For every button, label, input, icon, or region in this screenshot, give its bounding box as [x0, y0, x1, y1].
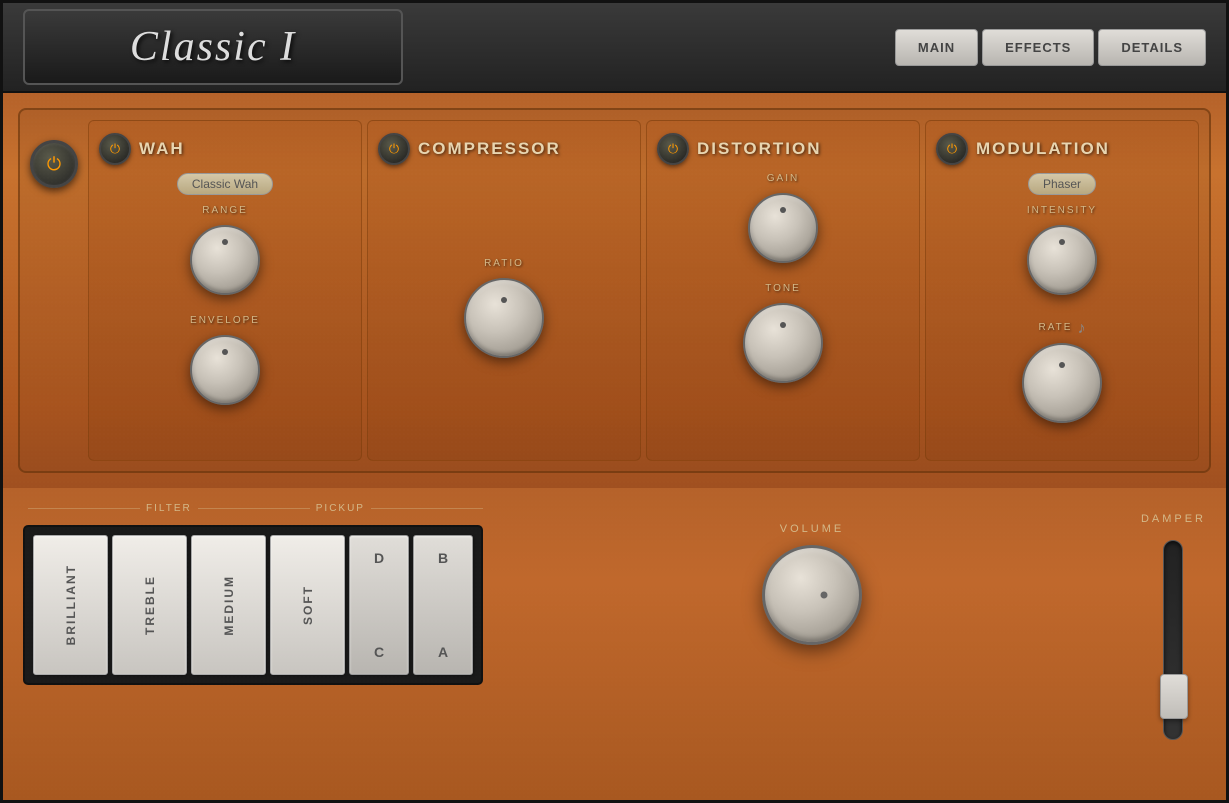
rate-row: RATE ♪ — [1039, 320, 1086, 338]
compressor-section: ⏻ COMPRESSOR RATIO — [367, 120, 641, 461]
effects-button[interactable]: EFFECTS — [982, 29, 1094, 66]
distortion-title: DISTORTION — [697, 139, 822, 159]
modulation-intensity-label: INTENSITY — [1027, 205, 1097, 216]
pickup-a-label: A — [438, 644, 448, 660]
wah-section: ⏻ WAH Classic Wah RANGE ENVELOPE — [88, 120, 362, 461]
modulation-header: ⏻ MODULATION — [936, 133, 1188, 165]
distortion-tone-knob[interactable] — [743, 303, 823, 383]
wah-power-button[interactable]: ⏻ — [99, 133, 131, 165]
compressor-power-icon: ⏻ — [389, 141, 399, 157]
pickup-btn-ba[interactable]: B A — [413, 535, 473, 675]
distortion-section: ⏻ DISTORTION GAIN TONE — [646, 120, 920, 461]
header: Classic I MAIN EFFECTS DETAILS — [3, 3, 1226, 93]
pickup-c-label: C — [374, 644, 384, 660]
compressor-power-button[interactable]: ⏻ — [378, 133, 410, 165]
app-title: Classic I — [130, 24, 296, 70]
modulation-title: MODULATION — [976, 139, 1110, 159]
pickup-btn-dc[interactable]: D C — [349, 535, 409, 675]
wah-envelope-group: ENVELOPE — [99, 315, 351, 410]
pickup-label: PICKUP — [310, 503, 371, 514]
bottom-panel: FILTER PICKUP BRILLIANT TREBLE MEDIUM SO… — [3, 488, 1226, 800]
modulation-rate-group: RATE ♪ — [936, 320, 1188, 428]
main-power-icon: ⏻ — [47, 154, 61, 175]
modulation-rate-knob[interactable] — [1022, 343, 1102, 423]
distortion-gain-knob[interactable] — [748, 193, 818, 263]
compressor-header: ⏻ COMPRESSOR — [378, 133, 630, 165]
wah-title: WAH — [139, 139, 185, 159]
pickup-b-label: B — [438, 550, 448, 566]
pickup-btn-dc-inner: D C — [374, 550, 384, 660]
compressor-ratio-label: RATIO — [484, 258, 524, 269]
wah-preset[interactable]: Classic Wah — [177, 173, 273, 195]
volume-knob[interactable] — [762, 545, 862, 645]
filter-btn-medium[interactable]: MEDIUM — [191, 535, 266, 675]
title-box: Classic I — [23, 9, 403, 85]
wah-envelope-knob[interactable] — [190, 335, 260, 405]
filter-btn-brilliant[interactable]: BRILLIANT — [33, 535, 108, 675]
damper-label: DAMPER — [1141, 513, 1206, 525]
distortion-power-icon: ⏻ — [668, 141, 678, 157]
app-container: Classic I MAIN EFFECTS DETAILS ⏻ ⏻ — [0, 0, 1229, 803]
wah-header: ⏻ WAH — [99, 133, 351, 165]
compressor-knobs-layout: RATIO — [378, 173, 630, 448]
damper-slider-thumb[interactable] — [1160, 674, 1188, 719]
modulation-power-icon: ⏻ — [947, 141, 957, 157]
modulation-power-button[interactable]: ⏻ — [936, 133, 968, 165]
distortion-tone-group: TONE — [657, 283, 909, 388]
compressor-ratio-knob[interactable] — [464, 278, 544, 358]
compressor-title: COMPRESSOR — [418, 139, 561, 159]
modulation-section: ⏻ MODULATION Phaser INTENSITY RATE ♪ — [925, 120, 1199, 461]
wah-range-knob[interactable] — [190, 225, 260, 295]
filter-btn-brilliant-label: BRILLIANT — [64, 564, 78, 645]
nav-buttons: MAIN EFFECTS DETAILS — [895, 29, 1206, 66]
filter-btn-medium-label: MEDIUM — [222, 575, 236, 636]
pickup-btn-ba-inner: B A — [438, 550, 448, 660]
modulation-preset[interactable]: Phaser — [1028, 173, 1096, 195]
effects-inner: ⏻ ⏻ WAH Classic Wah RANGE — [18, 108, 1211, 473]
main-power-area: ⏻ — [30, 120, 83, 461]
damper-section: DAMPER — [1141, 503, 1206, 740]
distortion-gain-label: GAIN — [767, 173, 799, 184]
distortion-header: ⏻ DISTORTION — [657, 133, 909, 165]
pickup-d-label: D — [374, 550, 384, 566]
wah-range-group: RANGE — [99, 205, 351, 300]
modulation-intensity-knob[interactable] — [1027, 225, 1097, 295]
wah-envelope-label: ENVELOPE — [190, 315, 260, 326]
filter-btn-treble[interactable]: TREBLE — [112, 535, 187, 675]
filter-btn-soft-label: SOFT — [301, 585, 315, 625]
volume-label: VOLUME — [780, 523, 844, 535]
distortion-power-button[interactable]: ⏻ — [657, 133, 689, 165]
modulation-knobs-layout: INTENSITY RATE ♪ — [936, 205, 1188, 428]
main-button[interactable]: MAIN — [895, 29, 978, 66]
details-button[interactable]: DETAILS — [1098, 29, 1206, 66]
main-power-button[interactable]: ⏻ — [30, 140, 78, 188]
damper-slider-track — [1163, 540, 1183, 740]
compressor-ratio-group: RATIO — [378, 258, 630, 363]
modulation-intensity-group: INTENSITY — [936, 205, 1188, 300]
buttons-container: BRILLIANT TREBLE MEDIUM SOFT D C — [23, 525, 483, 685]
volume-section: VOLUME — [513, 503, 1111, 645]
effects-panel: ⏻ ⏻ WAH Classic Wah RANGE — [3, 93, 1226, 488]
wah-knobs-layout: RANGE ENVELOPE — [99, 205, 351, 410]
wah-power-icon: ⏻ — [110, 141, 120, 157]
filter-btn-treble-label: TREBLE — [143, 575, 157, 635]
distortion-gain-group: GAIN — [657, 173, 909, 268]
modulation-rate-label: RATE — [1039, 322, 1073, 333]
filter-pickup-section: FILTER PICKUP BRILLIANT TREBLE MEDIUM SO… — [23, 503, 483, 685]
wah-range-label: RANGE — [202, 205, 248, 216]
distortion-tone-label: TONE — [765, 283, 801, 294]
note-icon: ♪ — [1077, 320, 1085, 338]
distortion-knobs-layout: GAIN TONE — [657, 173, 909, 388]
filter-label: FILTER — [140, 503, 198, 514]
filter-btn-soft[interactable]: SOFT — [270, 535, 345, 675]
